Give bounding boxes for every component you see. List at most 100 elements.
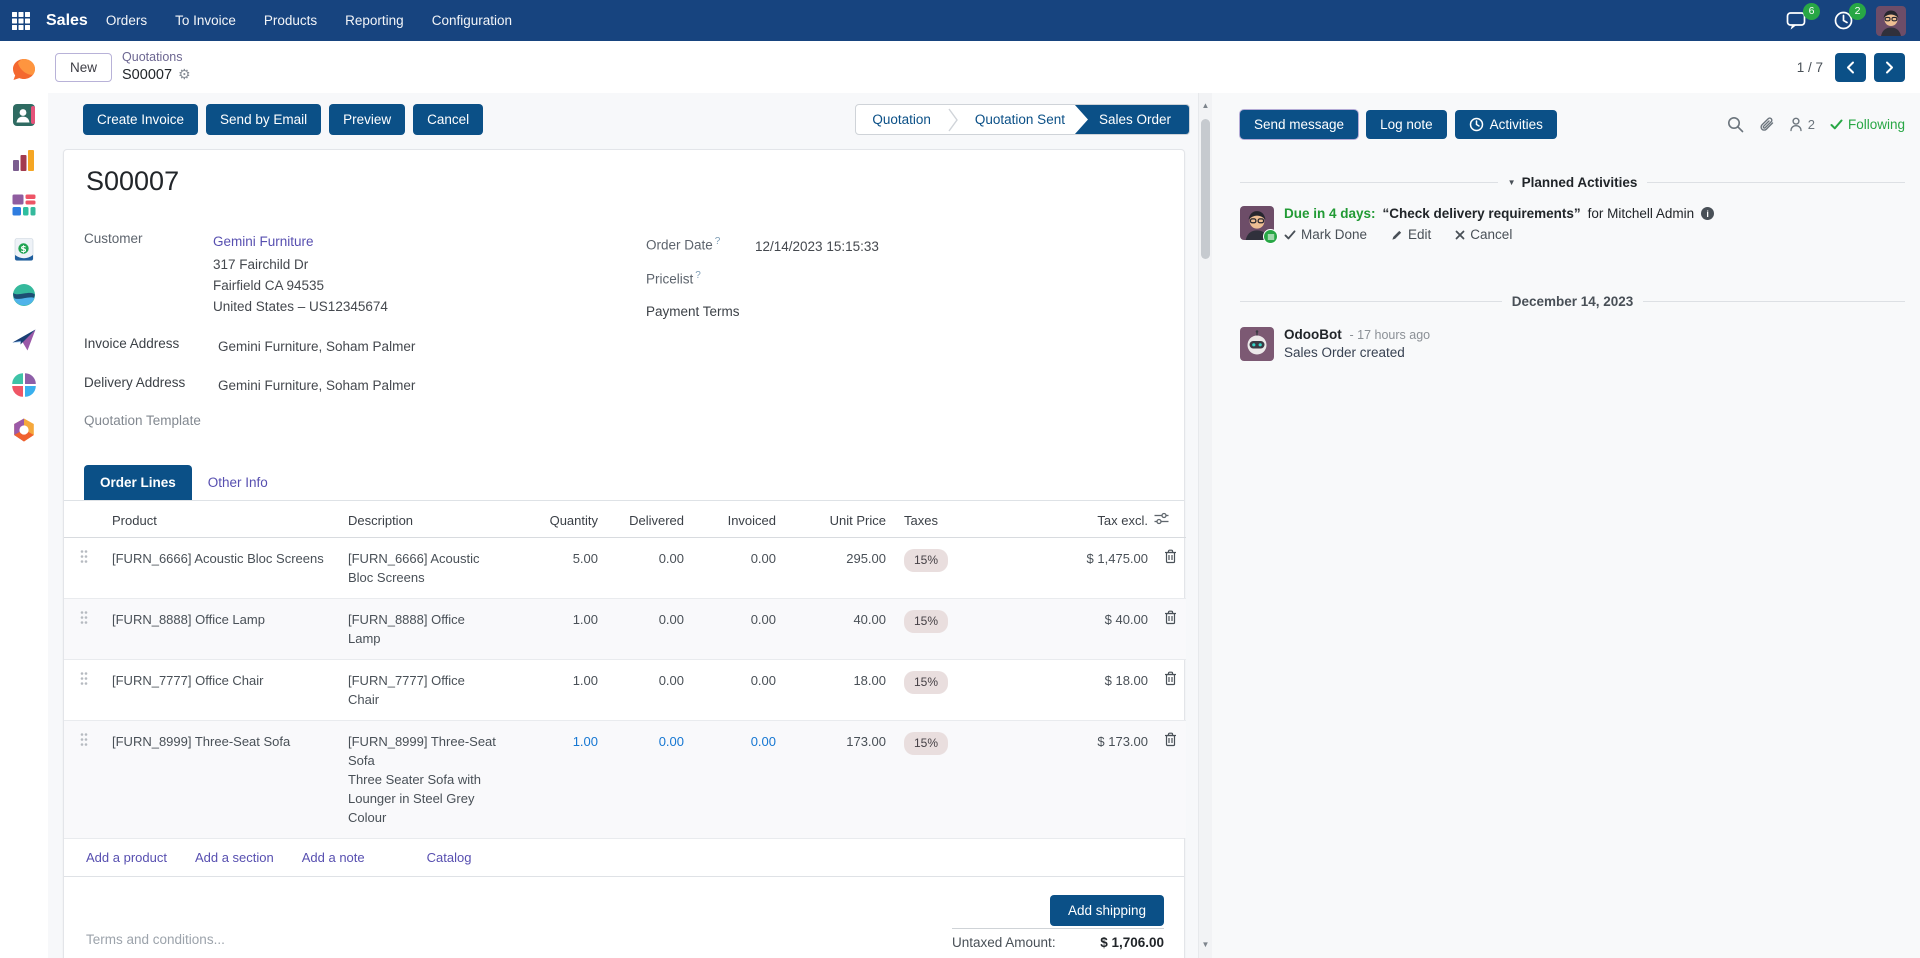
optional-columns-icon[interactable] — [1154, 501, 1186, 538]
user-avatar[interactable] — [1876, 6, 1906, 36]
drag-handle-icon[interactable] — [64, 538, 104, 599]
cell-invoiced[interactable]: 0.00 — [694, 721, 786, 839]
cell-product[interactable]: [FURN_8999] Three-Seat Sofa — [104, 721, 340, 839]
menu-orders[interactable]: Orders — [106, 13, 147, 28]
app-icon-sales[interactable] — [10, 146, 38, 174]
order-line-row[interactable]: [FURN_8888] Office Lamp [FURN_8888] Offi… — [64, 599, 1186, 660]
activity-info-icon[interactable]: i — [1701, 207, 1714, 220]
menu-products[interactable]: Products — [264, 13, 317, 28]
quotation-template-label[interactable]: Quotation Template — [84, 413, 201, 428]
send-by-email-button[interactable]: Send by Email — [206, 104, 321, 135]
cell-product[interactable]: [FURN_6666] Acoustic Bloc Screens — [104, 538, 340, 599]
col-tax-excl[interactable]: Tax excl. — [960, 501, 1154, 538]
menu-to-invoice[interactable]: To Invoice — [175, 13, 236, 28]
app-icon-apps[interactable] — [10, 371, 38, 399]
pager-previous-button[interactable] — [1835, 53, 1866, 82]
cell-quantity[interactable]: 1.00 — [536, 599, 608, 660]
message-author[interactable]: OdooBot — [1284, 327, 1342, 342]
order-date-field[interactable]: 12/14/2023 15:15:33 — [755, 236, 879, 257]
messages-menu[interactable]: 6 — [1784, 9, 1810, 33]
delete-line-icon[interactable] — [1154, 599, 1186, 660]
menu-configuration[interactable]: Configuration — [432, 13, 512, 28]
app-name[interactable]: Sales — [46, 12, 88, 30]
new-button[interactable]: New — [55, 53, 112, 82]
apps-menu-icon[interactable] — [8, 8, 34, 34]
cell-taxes[interactable]: 15% — [896, 538, 960, 599]
app-icon-discuss[interactable] — [10, 56, 38, 84]
cell-product[interactable]: [FURN_8888] Office Lamp — [104, 599, 340, 660]
app-icon-accounting[interactable]: $ — [10, 236, 38, 264]
order-line-row[interactable]: [FURN_7777] Office Chair [FURN_7777] Off… — [64, 660, 1186, 721]
cell-delivered[interactable]: 0.00 — [608, 599, 694, 660]
activities-menu[interactable]: 2 — [1830, 9, 1856, 33]
app-icon-email-marketing[interactable] — [10, 326, 38, 354]
order-line-row[interactable]: [FURN_8999] Three-Seat Sofa [FURN_8999] … — [64, 721, 1186, 839]
order-line-row[interactable]: [FURN_6666] Acoustic Bloc Screens [FURN_… — [64, 538, 1186, 599]
cell-delivered[interactable]: 0.00 — [608, 660, 694, 721]
send-message-button[interactable]: Send message — [1240, 110, 1358, 139]
col-product[interactable]: Product — [104, 501, 340, 538]
planned-activities-header[interactable]: ▼ Planned Activities — [1508, 175, 1638, 190]
customer-field[interactable]: Gemini Furniture — [213, 231, 314, 252]
cell-taxes[interactable]: 15% — [896, 599, 960, 660]
edit-activity-button[interactable]: Edit — [1391, 227, 1431, 242]
app-icon-website[interactable] — [10, 281, 38, 309]
cell-invoiced[interactable]: 0.00 — [694, 599, 786, 660]
invoice-address-field[interactable]: Gemini Furniture, Soham Palmer — [218, 336, 415, 357]
pager-next-button[interactable] — [1874, 53, 1905, 82]
search-messages-icon[interactable] — [1727, 116, 1744, 133]
cell-taxes[interactable]: 15% — [896, 660, 960, 721]
drag-handle-icon[interactable] — [64, 599, 104, 660]
log-note-button[interactable]: Log note — [1366, 110, 1447, 139]
stage-quotation[interactable]: Quotation — [856, 105, 947, 134]
cell-description[interactable]: [FURN_8999] Three-Seat Sofa Three Seater… — [340, 721, 536, 839]
cell-quantity[interactable]: 1.00 — [536, 660, 608, 721]
scrollbar-thumb[interactable] — [1201, 119, 1210, 259]
col-description[interactable]: Description — [340, 501, 536, 538]
stage-quotation-sent[interactable]: Quotation Sent — [959, 105, 1081, 134]
menu-reporting[interactable]: Reporting — [345, 13, 404, 28]
cell-product[interactable]: [FURN_7777] Office Chair — [104, 660, 340, 721]
col-invoiced[interactable]: Invoiced — [694, 501, 786, 538]
pricelist-help-icon[interactable]: ? — [695, 270, 701, 281]
app-icon-settings[interactable] — [10, 416, 38, 444]
scroll-down-icon[interactable]: ▼ — [1199, 938, 1212, 952]
stage-sales-order[interactable]: Sales Order — [1075, 105, 1189, 134]
create-invoice-button[interactable]: Create Invoice — [83, 104, 198, 135]
following-button[interactable]: Following — [1830, 117, 1905, 132]
order-date-help-icon[interactable]: ? — [715, 236, 721, 247]
cancel-activity-button[interactable]: Cancel — [1455, 227, 1512, 242]
app-icon-dashboards[interactable] — [10, 191, 38, 219]
message-avatar[interactable] — [1240, 327, 1274, 361]
app-icon-contacts[interactable] — [10, 101, 38, 129]
record-settings-gear-icon[interactable]: ⚙ — [178, 66, 191, 84]
col-quantity[interactable]: Quantity — [536, 501, 608, 538]
cell-unit-price[interactable]: 295.00 — [786, 538, 896, 599]
terms-and-conditions-placeholder[interactable]: Terms and conditions... — [86, 932, 225, 947]
delete-line-icon[interactable] — [1154, 721, 1186, 839]
cell-invoiced[interactable]: 0.00 — [694, 660, 786, 721]
cell-invoiced[interactable]: 0.00 — [694, 538, 786, 599]
preview-button[interactable]: Preview — [329, 104, 405, 135]
delivery-address-field[interactable]: Gemini Furniture, Soham Palmer — [218, 375, 415, 396]
cell-description[interactable]: [FURN_6666] Acoustic Bloc Screens — [340, 538, 536, 599]
col-delivered[interactable]: Delivered — [608, 501, 694, 538]
vertical-scrollbar[interactable]: ▲ ▼ — [1198, 93, 1212, 958]
cell-unit-price[interactable]: 40.00 — [786, 599, 896, 660]
delete-line-icon[interactable] — [1154, 538, 1186, 599]
cell-delivered[interactable]: 0.00 — [608, 538, 694, 599]
cell-description[interactable]: [FURN_7777] Office Chair — [340, 660, 536, 721]
breadcrumb-quotations[interactable]: Quotations — [122, 50, 191, 66]
tab-order-lines[interactable]: Order Lines — [84, 465, 192, 500]
cell-unit-price[interactable]: 18.00 — [786, 660, 896, 721]
followers-button[interactable]: 2 — [1790, 117, 1815, 132]
drag-handle-icon[interactable] — [64, 721, 104, 839]
tab-other-info[interactable]: Other Info — [192, 465, 284, 500]
add-note-link[interactable]: Add a note — [302, 850, 365, 865]
cell-quantity[interactable]: 1.00 — [536, 721, 608, 839]
add-product-link[interactable]: Add a product — [86, 850, 167, 865]
cell-taxes[interactable]: 15% — [896, 721, 960, 839]
delete-line-icon[interactable] — [1154, 660, 1186, 721]
add-shipping-button[interactable]: Add shipping — [1050, 895, 1164, 926]
catalog-link[interactable]: Catalog — [427, 850, 472, 865]
